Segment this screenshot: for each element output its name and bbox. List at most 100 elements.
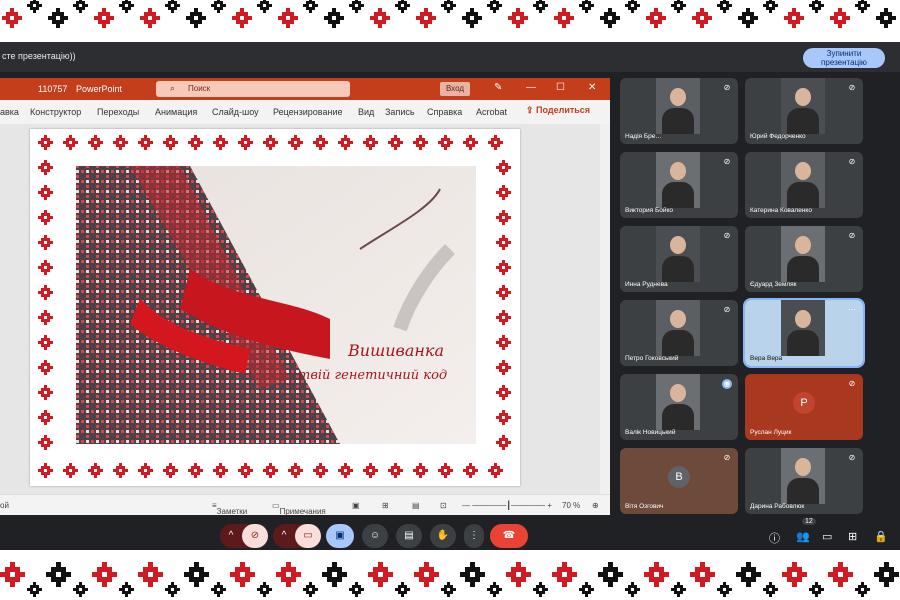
- pen-icon[interactable]: ✎: [494, 82, 502, 93]
- participant-tile[interactable]: ⊘ Виктория Бойко: [620, 152, 738, 218]
- share-label: Поделиться: [536, 105, 591, 115]
- comments-button[interactable]: ▭ Примечания: [272, 501, 326, 516]
- tab-review[interactable]: Рецензирование: [273, 107, 343, 117]
- participant-head: [795, 88, 811, 106]
- participant-body: [787, 108, 819, 134]
- embroidery-border-bottom: [0, 550, 900, 600]
- participant-body: [662, 108, 694, 134]
- chevron-up-icon[interactable]: ^: [273, 524, 295, 548]
- participant-tile[interactable]: ⊘ Надія Бре…: [620, 78, 738, 144]
- participant-name: Руслан Луцик: [750, 429, 792, 436]
- participant-head: [670, 236, 686, 254]
- participant-tile[interactable]: В ⊘ Вітя Озгович: [620, 448, 738, 514]
- participant-tile[interactable]: ⊘ Петро Гоковський: [620, 300, 738, 366]
- vertical-scrollbar[interactable]: [600, 124, 610, 494]
- participant-tile[interactable]: ⊘ Єдуард Земляк: [745, 226, 863, 292]
- share-button[interactable]: ⇪ Поделиться: [526, 105, 590, 116]
- participant-name: Виктория Бойко: [625, 207, 674, 214]
- captions-icon: ▤: [404, 530, 414, 541]
- ppt-titlebar: 110757 PowerPoint ⌕ Поиск Вход ✎ — ☐ ✕: [0, 78, 610, 100]
- participant-name: Надія Бре…: [625, 133, 662, 140]
- minimize-icon[interactable]: —: [526, 82, 536, 93]
- tab-view[interactable]: Вид: [358, 107, 374, 117]
- tab-design[interactable]: Конструктор: [30, 107, 81, 117]
- info-icon[interactable]: ⓘ: [769, 530, 780, 546]
- participant-tile[interactable]: ⊘ Юрий Федорченко: [745, 78, 863, 144]
- participant-head: [795, 310, 811, 328]
- participant-tile[interactable]: ⊘ Дарина Рабовлюк: [745, 448, 863, 514]
- slide[interactable]: Вишиванка твій генетичний код: [30, 129, 520, 486]
- normal-view-icon[interactable]: ▣: [352, 501, 360, 510]
- participant-name: Катерина Коваленко: [750, 207, 812, 214]
- signin-button[interactable]: Вход: [440, 82, 470, 96]
- doc-name: 110757: [38, 84, 68, 94]
- tab-help[interactable]: Справка: [427, 107, 462, 117]
- fit-icon[interactable]: ⊕: [592, 501, 599, 510]
- emoji-button[interactable]: ☺: [362, 524, 388, 548]
- participant-name: Валік Новицький: [625, 429, 676, 436]
- participant-name: Вітя Озгович: [625, 503, 664, 510]
- more-options-button[interactable]: ⋮: [464, 524, 484, 548]
- participant-video: [781, 300, 825, 356]
- tab-acrobat[interactable]: Acrobat: [476, 107, 507, 117]
- status-left: ой: [0, 501, 9, 510]
- participant-name: Инна Руднева: [625, 281, 668, 288]
- search-box[interactable]: ⌕ Поиск: [156, 81, 350, 97]
- phone-hangup-icon: ☎: [502, 530, 516, 541]
- mic-off-icon: ⊘: [848, 83, 856, 92]
- slideshow-view-icon[interactable]: ⊡: [440, 501, 447, 510]
- zoom-slider[interactable]: — ──────┃────── +: [462, 501, 552, 510]
- participant-count: 12: [802, 518, 816, 525]
- participant-body: [662, 330, 694, 356]
- participant-body: [787, 182, 819, 208]
- sorter-view-icon[interactable]: ⊞: [382, 501, 389, 510]
- participant-body: [662, 404, 694, 430]
- tab-slideshow[interactable]: Слайд-шоу: [212, 107, 259, 117]
- captions-button[interactable]: ▤: [396, 524, 422, 548]
- end-call-button[interactable]: ☎: [490, 524, 528, 548]
- powerpoint-window: 110757 PowerPoint ⌕ Поиск Вход ✎ — ☐ ✕ а…: [0, 78, 610, 516]
- mic-off-icon: ⊘: [848, 379, 856, 388]
- maximize-icon[interactable]: ☐: [556, 82, 565, 93]
- ribbon-tabs: авка Конструктор Переходы Анимация Слайд…: [0, 100, 610, 125]
- tab-insert[interactable]: авка: [0, 107, 19, 117]
- search-placeholder: Поиск: [188, 84, 211, 93]
- present-button[interactable]: ▣: [326, 524, 354, 548]
- participant-tile[interactable]: ◉ Валік Новицький: [620, 374, 738, 440]
- raise-hand-button[interactable]: ✋: [430, 524, 456, 548]
- host-controls-icon[interactable]: 🔒: [874, 530, 888, 543]
- participant-tile[interactable]: Р ⊘ Руслан Луцик: [745, 374, 863, 440]
- activities-icon[interactable]: ⊞: [848, 530, 857, 543]
- notes-label: Заметки: [216, 507, 248, 516]
- tab-transitions[interactable]: Переходы: [97, 107, 139, 117]
- participant-video: [656, 226, 700, 282]
- reading-view-icon[interactable]: ▤: [412, 501, 420, 510]
- mic-off-icon[interactable]: ⊘: [242, 524, 268, 548]
- stop-presenting-button[interactable]: Зупинити презентацію: [803, 48, 885, 68]
- mic-off-icon: ⊘: [723, 157, 731, 166]
- tab-animation[interactable]: Анимация: [155, 107, 197, 117]
- participant-head: [795, 236, 811, 254]
- participant-name: Петро Гоковський: [625, 355, 679, 362]
- participant-body: [662, 256, 694, 282]
- tab-record[interactable]: Запись: [385, 107, 415, 117]
- participant-tile[interactable]: ⋯ Вера Вера: [743, 298, 865, 368]
- emoji-icon: ☺: [369, 530, 381, 541]
- participant-tile[interactable]: ⊘ Инна Руднева: [620, 226, 738, 292]
- people-icon[interactable]: 👥: [796, 530, 810, 543]
- mic-off-icon: ⊘: [723, 231, 731, 240]
- more-icon: ⋮: [469, 530, 479, 541]
- participant-tile[interactable]: ⊘ Катерина Коваленко: [745, 152, 863, 218]
- camera-off-icon[interactable]: ▭: [295, 524, 321, 548]
- slide-title-1: Вишиванка: [347, 341, 444, 360]
- mic-group: ^ ⊘: [220, 524, 268, 548]
- hand-icon: ✋: [436, 530, 450, 541]
- mic-off-icon: ⊘: [723, 83, 731, 92]
- chevron-up-icon[interactable]: ^: [220, 524, 242, 548]
- notes-button[interactable]: ≡ Заметки: [212, 501, 247, 516]
- close-icon[interactable]: ✕: [588, 82, 596, 93]
- mic-off-icon: ⊘: [723, 305, 731, 314]
- speaking-icon: ◉: [722, 379, 732, 389]
- camera-group: ^ ▭: [273, 524, 321, 548]
- chat-icon[interactable]: ▭: [822, 530, 832, 543]
